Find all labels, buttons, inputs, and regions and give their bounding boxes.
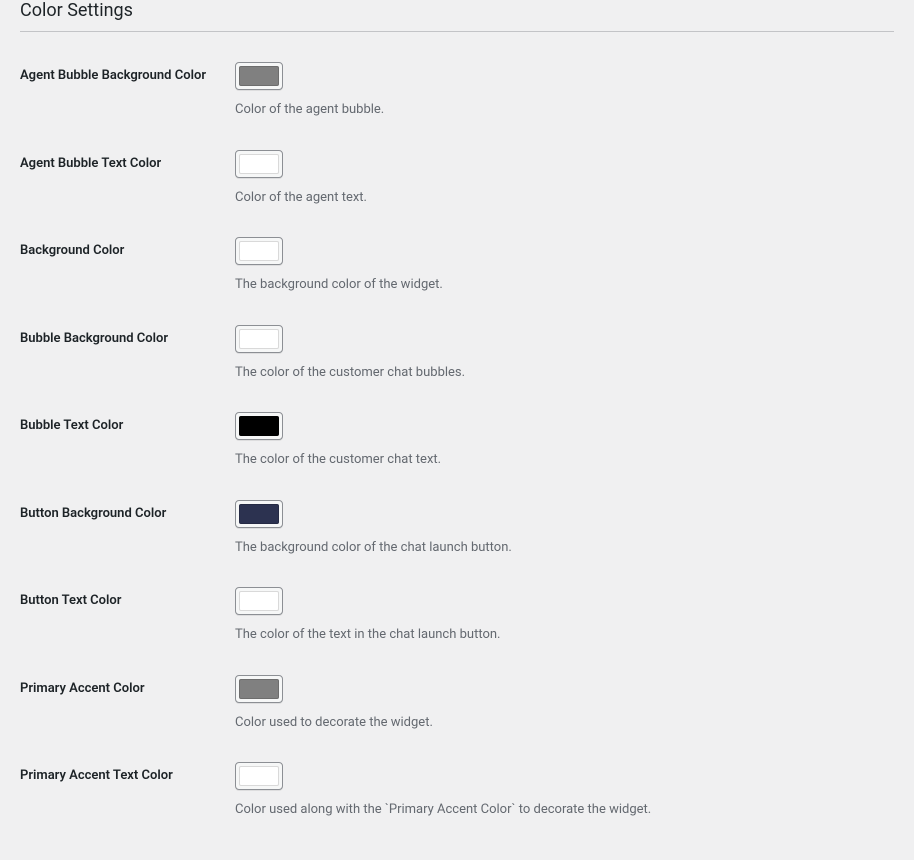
settings-value-cell: Color of the agent bubble. xyxy=(235,52,894,140)
settings-label-cell: Agent Bubble Text Color xyxy=(20,140,235,228)
field-label-button-background-color: Button Background Color xyxy=(20,506,166,521)
field-label-agent-bubble-text-color: Agent Bubble Text Color xyxy=(20,156,161,171)
color-picker-button-text-color[interactable] xyxy=(235,587,283,615)
settings-row-button-text-color: Button Text Color The color of the text i… xyxy=(20,577,894,665)
field-description-agent-bubble-background-color: Color of the agent bubble. xyxy=(235,100,884,120)
settings-row-agent-bubble-text-color: Agent Bubble Text Color Color of the agen… xyxy=(20,140,894,228)
field-label-background-color: Background Color xyxy=(20,243,124,258)
field-description-primary-accent-text-color: Color used along with the `Primary Accen… xyxy=(235,800,884,820)
color-picker-background-color[interactable] xyxy=(235,237,283,265)
field-label-bubble-text-color: Bubble Text Color xyxy=(20,418,123,433)
settings-value-cell: Color used to decorate the widget. xyxy=(235,665,894,753)
color-picker-button-background-color[interactable] xyxy=(235,500,283,528)
settings-row-primary-accent-text-color: Primary Accent Text Color Color used alon… xyxy=(20,752,894,840)
color-swatch xyxy=(239,679,279,699)
field-description-background-color: The background color of the widget. xyxy=(235,275,884,295)
field-description-bubble-background-color: The color of the customer chat bubbles. xyxy=(235,363,884,383)
field-label-primary-accent-text-color: Primary Accent Text Color xyxy=(20,768,173,783)
settings-row-primary-accent-color: Primary Accent Color Color used to decora… xyxy=(20,665,894,753)
settings-value-cell: The background color of the chat launch … xyxy=(235,490,894,578)
settings-row-agent-bubble-background-color: Agent Bubble Background Color Color of th… xyxy=(20,52,894,140)
settings-row-bubble-background-color: Bubble Background Color The color of the … xyxy=(20,315,894,403)
settings-value-cell: The color of the customer chat text. xyxy=(235,402,894,490)
settings-row-bubble-text-color: Bubble Text Color The color of the custom… xyxy=(20,402,894,490)
settings-value-cell: The color of the text in the chat launch… xyxy=(235,577,894,665)
settings-label-cell: Background Color xyxy=(20,227,235,315)
settings-label-cell: Button Background Color xyxy=(20,490,235,578)
settings-row-background-color: Background Color The background color of … xyxy=(20,227,894,315)
settings-label-cell: Primary Accent Color xyxy=(20,665,235,753)
settings-label-cell: Button Text Color xyxy=(20,577,235,665)
settings-value-cell: The color of the customer chat bubbles. xyxy=(235,315,894,403)
field-label-bubble-background-color: Bubble Background Color xyxy=(20,331,168,346)
settings-row-button-background-color: Button Background Color The background co… xyxy=(20,490,894,578)
color-picker-primary-accent-color[interactable] xyxy=(235,675,283,703)
color-swatch xyxy=(239,329,279,349)
field-label-primary-accent-color: Primary Accent Color xyxy=(20,681,145,696)
color-swatch xyxy=(239,504,279,524)
color-picker-bubble-background-color[interactable] xyxy=(235,325,283,353)
field-description-bubble-text-color: The color of the customer chat text. xyxy=(235,450,884,470)
section-title: Color Settings xyxy=(20,0,894,32)
field-description-agent-bubble-text-color: Color of the agent text. xyxy=(235,188,884,208)
color-swatch xyxy=(239,766,279,786)
color-swatch xyxy=(239,154,279,174)
color-picker-agent-bubble-background-color[interactable] xyxy=(235,62,283,90)
settings-table: Agent Bubble Background Color Color of th… xyxy=(20,52,894,840)
settings-label-cell: Bubble Text Color xyxy=(20,402,235,490)
color-settings-section: Color Settings Agent Bubble Background C… xyxy=(0,0,914,860)
settings-label-cell: Bubble Background Color xyxy=(20,315,235,403)
color-swatch xyxy=(239,66,279,86)
settings-label-cell: Agent Bubble Background Color xyxy=(20,52,235,140)
field-label-button-text-color: Button Text Color xyxy=(20,593,121,608)
field-description-primary-accent-color: Color used to decorate the widget. xyxy=(235,713,884,733)
settings-value-cell: Color used along with the `Primary Accen… xyxy=(235,752,894,840)
color-picker-agent-bubble-text-color[interactable] xyxy=(235,150,283,178)
color-swatch xyxy=(239,241,279,261)
settings-value-cell: Color of the agent text. xyxy=(235,140,894,228)
settings-label-cell: Primary Accent Text Color xyxy=(20,752,235,840)
field-label-agent-bubble-background-color: Agent Bubble Background Color xyxy=(20,68,206,83)
color-picker-primary-accent-text-color[interactable] xyxy=(235,762,283,790)
field-description-button-background-color: The background color of the chat launch … xyxy=(235,538,884,558)
settings-value-cell: The background color of the widget. xyxy=(235,227,894,315)
field-description-button-text-color: The color of the text in the chat launch… xyxy=(235,625,884,645)
color-picker-bubble-text-color[interactable] xyxy=(235,412,283,440)
color-swatch xyxy=(239,591,279,611)
color-swatch xyxy=(239,416,279,436)
